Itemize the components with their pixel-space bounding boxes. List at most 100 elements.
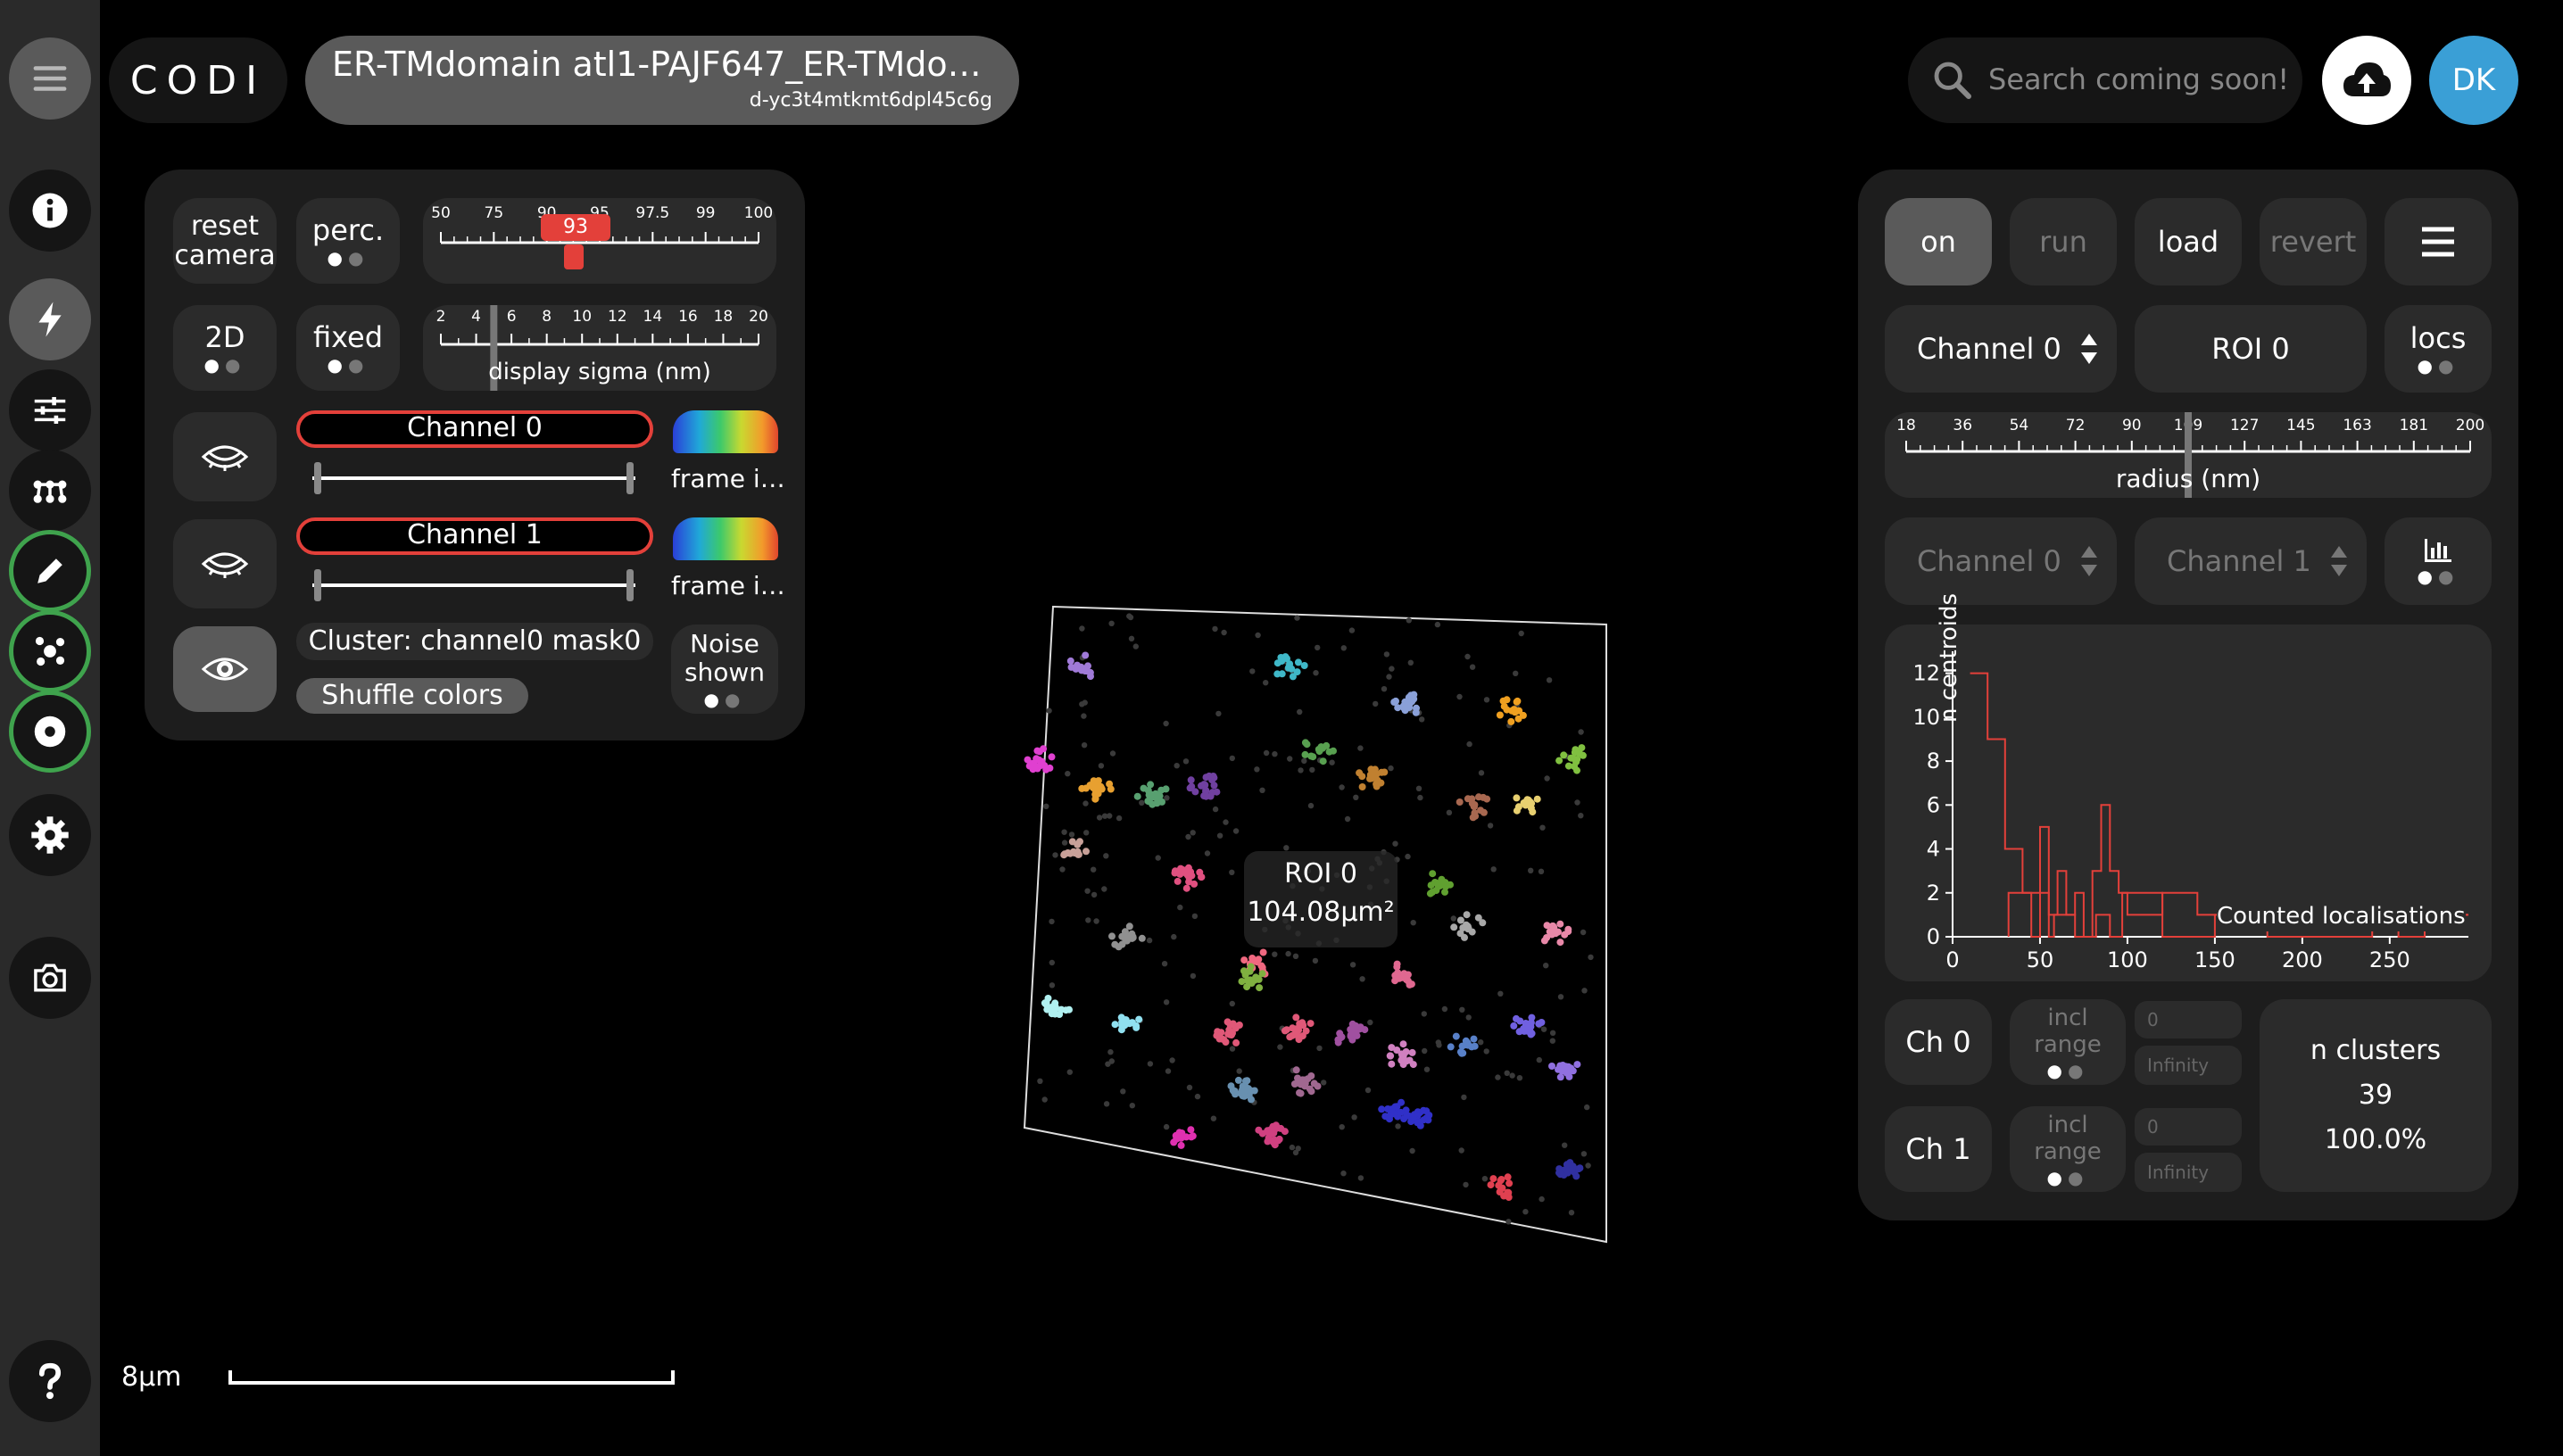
cluster-visibility[interactable] (173, 626, 277, 712)
channel-0-range-slider[interactable] (312, 476, 635, 480)
hamburger-menu-icon[interactable] (9, 37, 91, 120)
upload-button[interactable] (2322, 36, 2411, 125)
fixed-toggle[interactable]: fixed ●● (296, 305, 400, 391)
ch0-incl-range-toggle[interactable]: incl range ●● (2010, 999, 2126, 1085)
sliders-icon[interactable] (9, 369, 91, 451)
channel-0-colormap[interactable] (673, 410, 778, 453)
ch1-range-min-input[interactable]: 0 (2135, 1108, 2242, 1146)
search-input[interactable]: Search coming soon! (1988, 62, 2289, 96)
noise-point (1255, 632, 1261, 639)
gear-icon[interactable] (9, 794, 91, 876)
logo[interactable]: CODI (109, 37, 287, 123)
load-label: load (2157, 225, 2219, 259)
percentile-slider[interactable]: 50 75 90 95 97.5 99 100 93 (423, 198, 776, 284)
cluster-point (1091, 795, 1099, 803)
channel-0-name[interactable]: Channel 0 (296, 410, 653, 448)
cluster-layer-name[interactable]: Cluster: channel0 mask0 (296, 623, 653, 660)
reset-camera-button[interactable]: reset camera (173, 198, 277, 284)
ch0-range-max-input[interactable]: Infinity (2135, 1046, 2242, 1085)
cluster-point (1187, 1126, 1195, 1134)
toggle-dots: ●● (327, 247, 369, 269)
histogram-toggle[interactable]: ●● (2385, 517, 2492, 605)
channel-1-visibility[interactable] (173, 519, 277, 608)
noise-point (1540, 1026, 1547, 1032)
percentile-toggle[interactable]: perc. ●● (296, 198, 400, 284)
sigma-slider[interactable]: 2 4 6 8 10 12 14 16 18 20 display sigma (nm) (423, 305, 776, 391)
channel-0-visibility[interactable] (173, 412, 277, 501)
channel-1-colormap-label: frame i… (671, 571, 785, 600)
channel-a-select[interactable]: Channel 0 (1885, 517, 2117, 605)
noise-point (1066, 1069, 1073, 1075)
cluster-point (1174, 877, 1182, 885)
camera-icon[interactable] (9, 937, 91, 1019)
channel-1-range-min-handle[interactable] (314, 569, 321, 601)
channel-select-value: Channel 0 (1917, 332, 2061, 366)
noise-point (1410, 920, 1416, 926)
ch1-text: Ch 1 (1905, 1132, 1971, 1166)
noise-shown-label: Noise shown (684, 629, 766, 687)
noise-point (1539, 824, 1546, 831)
noise-point (1204, 850, 1211, 856)
noise-shown-toggle[interactable]: Noise shown ●● (671, 625, 778, 714)
cluster-point (1464, 923, 1472, 931)
cluster-point (1464, 795, 1472, 803)
noise-point (1161, 961, 1168, 967)
help-icon[interactable] (9, 1340, 91, 1422)
mode-2d-toggle[interactable]: 2D ●● (173, 305, 277, 391)
on-button[interactable]: on (1885, 198, 1992, 285)
cluster-point (1424, 1116, 1432, 1124)
network-icon[interactable] (9, 450, 91, 532)
shuffle-colors-button[interactable]: Shuffle colors (296, 678, 528, 714)
dataset-title-pill[interactable]: ER-TMdomain atl1-PAJF647_ER-TMdo… d-yc3t… (305, 36, 1019, 125)
cluster-point (1121, 928, 1129, 936)
cluster-point (1176, 870, 1184, 878)
channel-1-range-max-handle[interactable] (626, 569, 634, 601)
pencil-icon[interactable] (9, 530, 91, 612)
channel-1-name[interactable]: Channel 1 (296, 517, 653, 555)
channel-1-colormap[interactable] (673, 517, 778, 560)
panel-menu-button[interactable] (2385, 198, 2492, 285)
locs-toggle[interactable]: locs ●● (2385, 305, 2492, 393)
ch1-range-max-input[interactable]: Infinity (2135, 1153, 2242, 1192)
cluster-icon[interactable] (9, 610, 91, 692)
channel-b-select[interactable]: Channel 1 (2135, 517, 2367, 605)
ruler-tick-label: 20 (749, 308, 768, 326)
channel-0-range-max-handle[interactable] (626, 462, 634, 494)
cluster-point (1548, 1063, 1555, 1070)
cluster-point (1572, 756, 1580, 764)
cluster-point (1325, 748, 1333, 756)
cluster-point (1135, 1015, 1143, 1023)
ch1-incl-range-toggle[interactable]: incl range ●● (2010, 1106, 2126, 1192)
noise-point (1108, 1058, 1115, 1064)
info-icon[interactable] (9, 170, 91, 252)
noise-point (1434, 621, 1441, 628)
search-box[interactable]: Search coming soon! (1908, 37, 2302, 123)
target-icon[interactable] (9, 691, 91, 773)
noise-point (1348, 627, 1356, 633)
load-button[interactable]: load (2135, 198, 2242, 285)
cluster-point (1388, 1060, 1396, 1068)
channel-select[interactable]: Channel 0 (1885, 305, 2117, 393)
cluster-point (1510, 1022, 1518, 1030)
cluster-point (1158, 798, 1165, 806)
radius-slider[interactable]: 1836547290109127145163181200 radius (nm) (1885, 412, 2492, 498)
cluster-point (1273, 670, 1282, 678)
noise-point (1357, 1175, 1364, 1181)
run-button[interactable]: run (2010, 198, 2117, 285)
avatar[interactable]: DK (2429, 36, 2518, 125)
noise-point (1588, 954, 1594, 961)
noise-point (1229, 755, 1235, 762)
cluster-point (1527, 1030, 1535, 1038)
noise-point (1423, 1066, 1431, 1072)
channel-1-range-slider[interactable] (312, 583, 635, 587)
noise-point (1283, 845, 1290, 851)
ch0-range-min-input[interactable]: 0 (2135, 1001, 2242, 1038)
roi-label[interactable]: ROI 0 104.08μm² (1244, 851, 1398, 947)
revert-button[interactable]: revert (2260, 198, 2367, 285)
cluster-point (1447, 1043, 1455, 1051)
percentile-handle[interactable] (564, 244, 584, 269)
cluster-point (1300, 1076, 1308, 1084)
lightning-icon[interactable] (9, 278, 91, 360)
roi-select[interactable]: ROI 0 (2135, 305, 2367, 393)
channel-0-range-min-handle[interactable] (314, 462, 321, 494)
